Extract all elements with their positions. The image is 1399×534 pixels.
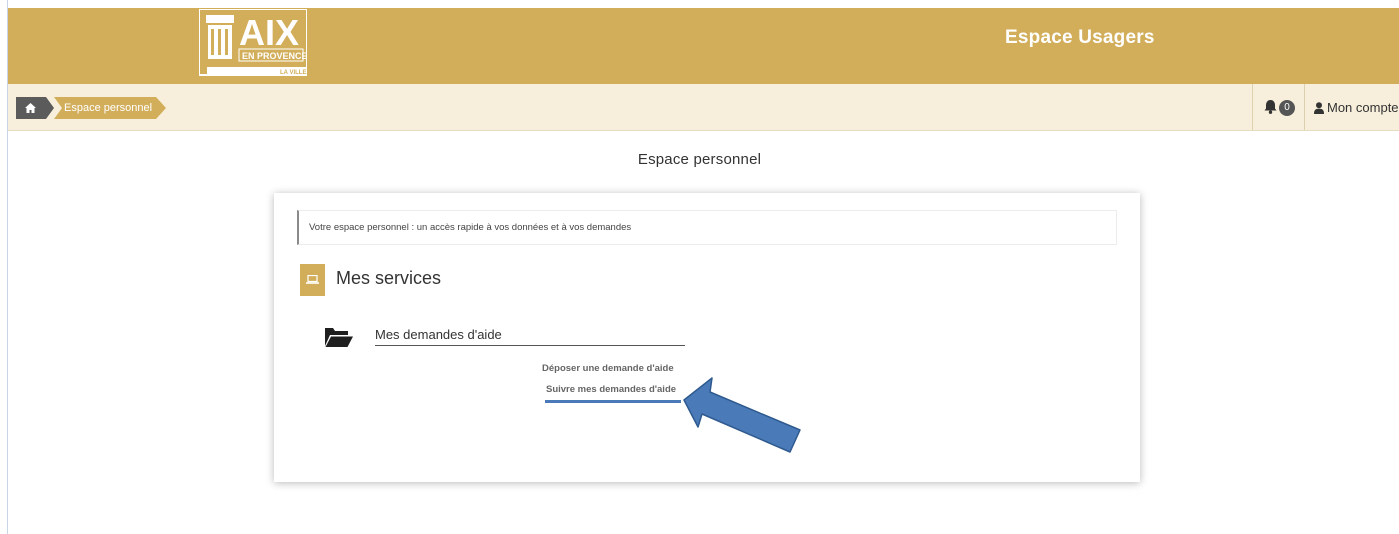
user-icon[interactable] — [1314, 101, 1324, 119]
logo-text-sub: EN PROVENCE — [242, 51, 307, 61]
account-link[interactable]: Mon compte — [1327, 100, 1399, 115]
folder-open-icon — [324, 326, 354, 353]
annotation-arrow-icon — [676, 370, 806, 461]
notification-count-badge[interactable]: 0 — [1279, 100, 1295, 116]
breadcrumb-current-arrow — [156, 97, 166, 119]
toolbar-divider — [1252, 84, 1253, 130]
laptop-icon — [306, 275, 319, 284]
intro-text: Votre espace personnel : un accès rapide… — [309, 222, 632, 233]
services-icon-box — [300, 264, 325, 296]
logo-text-tag: LA VILLE — [280, 70, 306, 76]
breadcrumb-home[interactable] — [16, 97, 46, 119]
submit-aid-request-link[interactable]: Déposer une demande d'aide — [542, 363, 674, 374]
header-title: Espace Usagers — [1005, 27, 1155, 48]
breadcrumb-current-label[interactable]: Espace personnel — [64, 102, 152, 114]
page-title: Espace personnel — [637, 151, 762, 168]
bell-icon[interactable] — [1264, 100, 1277, 119]
aid-requests-title: Mes demandes d'aide — [375, 327, 502, 342]
aix-logo[interactable]: AIX EN PROVENCE LA VILLE — [198, 8, 308, 77]
annotation-underline — [545, 400, 681, 403]
breadcrumb-bar — [8, 84, 1399, 131]
track-aid-requests-link[interactable]: Suivre mes demandes d'aide — [546, 384, 676, 395]
aid-requests-divider — [375, 345, 685, 346]
logo-text-main: AIX — [239, 12, 299, 53]
services-title: Mes services — [336, 268, 442, 288]
breadcrumb-home-arrow — [46, 97, 54, 119]
home-icon — [25, 103, 36, 113]
breadcrumb-notch — [54, 97, 62, 119]
toolbar-divider — [1304, 84, 1305, 130]
